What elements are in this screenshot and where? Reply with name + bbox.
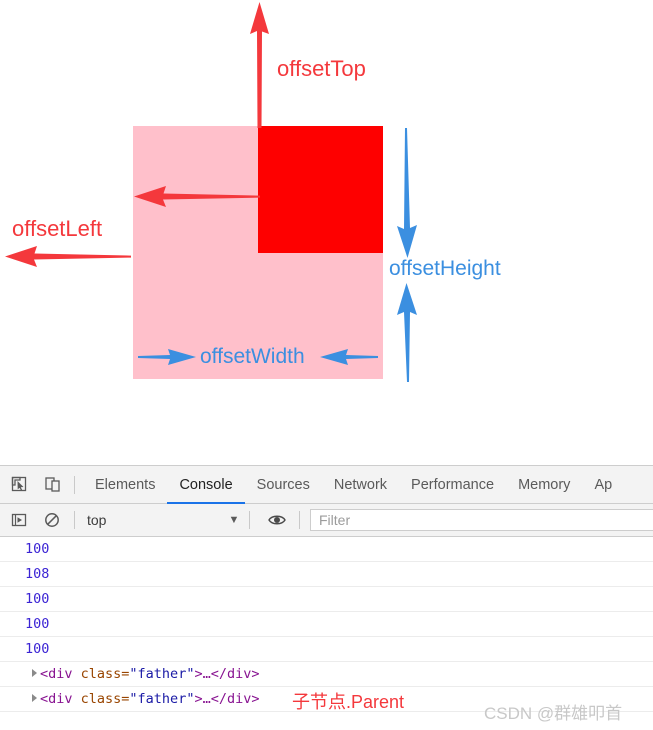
tab-sources[interactable]: Sources	[245, 466, 322, 504]
console-value: 100	[25, 616, 50, 632]
node-open-tag: <div	[40, 691, 81, 707]
console-row[interactable]: 100	[0, 537, 653, 562]
console-filterbar: top ▼ Filter	[0, 504, 653, 537]
console-value: 100	[25, 591, 50, 607]
node-attr-value: "father"	[129, 691, 195, 707]
execution-context-select[interactable]: top	[87, 512, 227, 528]
node-close-tag: >…</div>	[194, 666, 260, 682]
devtools-tabbar: Elements Console Sources Network Perform…	[0, 466, 653, 504]
tab-memory[interactable]: Memory	[506, 466, 582, 504]
console-output: 100 108 100 100 100 <div class="father">…	[0, 537, 653, 712]
node-open-tag: <div	[40, 666, 81, 682]
offset-height-down-arrow	[397, 128, 417, 258]
node-attr-value: "father"	[129, 666, 195, 682]
offset-height-label: offsetHeight	[389, 257, 501, 280]
offset-width-left-arrow	[138, 349, 196, 365]
console-filter-input[interactable]: Filter	[310, 509, 653, 531]
offset-width-right-arrow	[320, 349, 378, 365]
console-value: 100	[25, 541, 50, 557]
offset-left-label: offsetLeft	[12, 216, 103, 241]
console-value: 100	[25, 641, 50, 657]
filterbar-divider-2	[249, 511, 250, 529]
console-row[interactable]: 108	[0, 562, 653, 587]
devtools-panel: Elements Console Sources Network Perform…	[0, 465, 653, 730]
offset-top-label: offsetTop	[277, 56, 366, 81]
clear-console-icon[interactable]	[38, 506, 66, 534]
node-attr-name: class=	[80, 666, 130, 682]
execute-sidebar-icon[interactable]	[5, 506, 33, 534]
table-row[interactable]: <div class="father">…</div>	[0, 662, 653, 687]
child-node-annotation: 子节点.Parent	[292, 692, 405, 712]
toolbar-divider	[74, 475, 75, 494]
csdn-watermark: CSDN @群雄叩首	[484, 704, 623, 723]
tab-performance[interactable]: Performance	[399, 466, 506, 504]
console-row[interactable]: 100	[0, 612, 653, 637]
expand-triangle-icon[interactable]	[32, 669, 37, 677]
node-close-tag: >…</div>	[194, 691, 260, 707]
filterbar-divider-3	[299, 511, 300, 529]
web-page-viewport: offsetTop offsetLeft offsetWidth offsetH…	[0, 0, 653, 465]
device-toolbar-icon[interactable]	[38, 471, 66, 499]
son-element-box	[258, 126, 383, 253]
live-expression-eye-icon[interactable]	[263, 506, 291, 534]
chevron-down-icon[interactable]: ▼	[227, 514, 241, 526]
tab-network[interactable]: Network	[322, 466, 399, 504]
console-value: 108	[25, 566, 50, 582]
inspect-element-icon[interactable]	[5, 471, 33, 499]
tab-console[interactable]: Console	[167, 466, 245, 504]
offset-left-inner-arrow	[134, 186, 260, 207]
offset-left-outer-arrow	[5, 246, 131, 267]
tab-application[interactable]: Ap	[582, 466, 624, 504]
tab-elements[interactable]: Elements	[83, 466, 167, 504]
offset-height-up-arrow	[397, 283, 417, 382]
console-row[interactable]: 100	[0, 587, 653, 612]
offset-width-label: offsetWidth	[200, 345, 305, 368]
filterbar-divider-1	[74, 511, 75, 529]
node-attr-name: class=	[80, 691, 130, 707]
console-row[interactable]: 100	[0, 637, 653, 662]
expand-triangle-icon[interactable]	[32, 694, 37, 702]
